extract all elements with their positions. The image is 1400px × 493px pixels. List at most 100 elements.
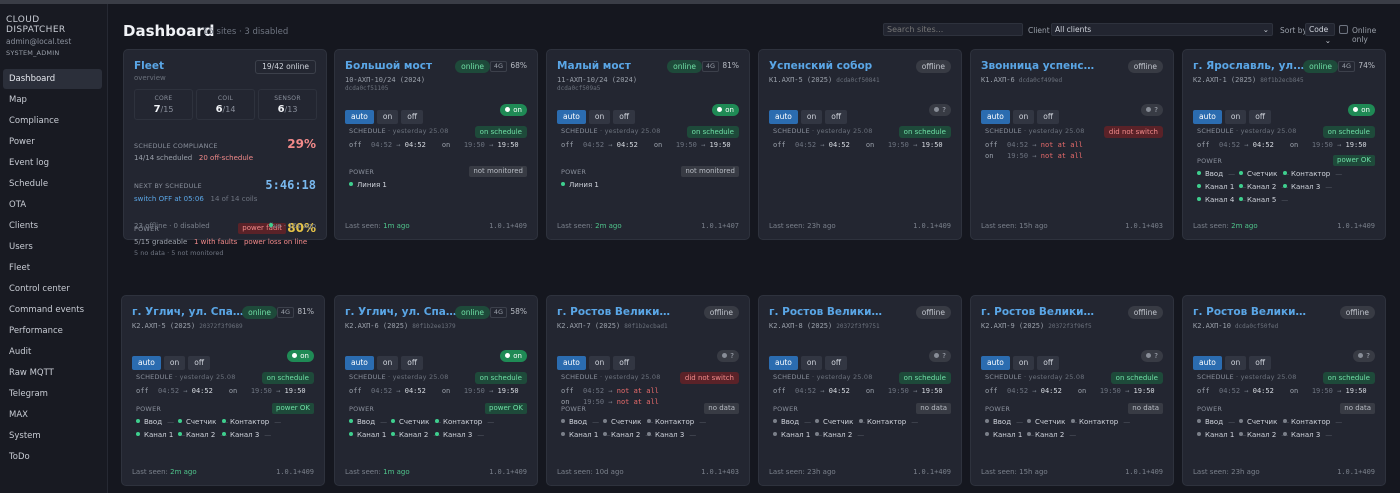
auto-button[interactable]: auto: [557, 110, 586, 124]
planned-time: 19:50: [250, 387, 272, 395]
auto-button[interactable]: auto: [769, 110, 798, 124]
schedule-state: off: [561, 141, 574, 149]
site-title[interactable]: Малый мост: [557, 60, 672, 72]
sidebar-item-event-log[interactable]: Event log: [3, 153, 102, 173]
auto-button[interactable]: auto: [1193, 356, 1222, 370]
sidebar-item-compliance[interactable]: Compliance: [3, 111, 102, 131]
on-button[interactable]: on: [1012, 110, 1035, 124]
schedule-row: off 04:52 → not at all: [985, 141, 1083, 149]
status-dot-icon: [1283, 419, 1287, 423]
on-button[interactable]: on: [1012, 356, 1035, 370]
auto-button[interactable]: auto: [345, 356, 374, 370]
sort-select[interactable]: Code ⌄: [1305, 23, 1335, 45]
off-button[interactable]: off: [401, 356, 423, 370]
auto-button[interactable]: auto: [981, 110, 1010, 124]
power-item: Счетчик—: [1239, 418, 1289, 426]
actual-time: not at all: [616, 387, 659, 395]
off-button[interactable]: off: [1249, 110, 1271, 124]
sidebar-item-system[interactable]: System: [3, 426, 102, 446]
sidebar: CLOUD DISPATCHER admin@local.test SYSTEM…: [0, 4, 108, 493]
off-button[interactable]: off: [613, 356, 635, 370]
site-title[interactable]: Успенский собор: [769, 60, 884, 72]
site-mac: dcda0cf50fed: [1234, 323, 1279, 330]
power-item: Счетчик—: [603, 418, 653, 426]
arrow-icon: →: [820, 387, 825, 395]
off-button[interactable]: off: [1249, 356, 1271, 370]
auto-button[interactable]: auto: [769, 356, 798, 370]
on-button[interactable]: on: [588, 356, 611, 370]
sidebar-item-performance[interactable]: Performance: [3, 321, 102, 341]
site-title[interactable]: г. Ростов Великий, ул. Советс...: [981, 306, 1096, 318]
on-button[interactable]: on: [800, 110, 823, 124]
off-button[interactable]: off: [825, 110, 847, 124]
sidebar-item-ota[interactable]: OTA: [3, 195, 102, 215]
status-dot-icon: [1239, 432, 1243, 436]
power-label: POWER: [985, 405, 1011, 413]
site-card: Звонница успенского собора К1.АХП-6dcda0c…: [970, 49, 1174, 240]
off-button[interactable]: off: [825, 356, 847, 370]
sidebar-item-audit[interactable]: Audit: [3, 342, 102, 362]
firmware-version: 1.0.1+407: [701, 222, 739, 230]
dash: —: [911, 418, 919, 426]
status-dot-icon: [561, 182, 565, 186]
sidebar-item-max[interactable]: MAX: [3, 405, 102, 425]
off-button[interactable]: off: [188, 356, 210, 370]
online-only-checkbox[interactable]: [1339, 25, 1348, 34]
site-title[interactable]: г. Ростов Великий, ул. Советс...: [1193, 306, 1308, 318]
power-item: Ввод —: [773, 418, 811, 426]
sidebar-item-users[interactable]: Users: [3, 237, 102, 257]
on-button[interactable]: on: [800, 356, 823, 370]
sidebar-item-schedule[interactable]: Schedule: [3, 174, 102, 194]
site-card: г. Ростов Великий, ул. Советс... К2.АХП-1…: [1182, 295, 1386, 486]
site-title[interactable]: г. Ростов Великий, ул. Советс...: [557, 306, 672, 318]
client-select[interactable]: All clients ⌄: [1051, 23, 1273, 36]
relay-state-indicator: on: [1348, 104, 1375, 116]
site-title[interactable]: г. Ростов Великий, ул. Советс...: [769, 306, 884, 318]
off-button[interactable]: off: [401, 110, 423, 124]
search-input[interactable]: [883, 23, 1023, 36]
arrow-icon: →: [1244, 387, 1249, 395]
sidebar-item-dashboard[interactable]: Dashboard: [3, 69, 102, 89]
sidebar-item-map[interactable]: Map: [3, 90, 102, 110]
sidebar-item-fleet[interactable]: Fleet: [3, 258, 102, 278]
site-code-text: К1.АХП-5 (2025): [769, 76, 833, 84]
sidebar-item-todo[interactable]: ToDo: [3, 447, 102, 467]
sidebar-item-telegram[interactable]: Telegram: [3, 384, 102, 404]
off-button[interactable]: off: [613, 110, 635, 124]
client-select-value: All clients: [1055, 25, 1092, 34]
site-title[interactable]: г. Углич, ул. Спасская ...: [132, 306, 247, 318]
schedule-when: · yesterday 25.08: [1024, 127, 1085, 135]
sidebar-item-power[interactable]: Power: [3, 132, 102, 152]
on-button[interactable]: on: [376, 110, 399, 124]
sidebar-item-control-center[interactable]: Control center: [3, 279, 102, 299]
site-title[interactable]: г. Углич, ул. Спасская ...: [345, 306, 460, 318]
on-button[interactable]: on: [376, 356, 399, 370]
on-button[interactable]: on: [588, 110, 611, 124]
site-code: К2.АХП-9 (2025) 20372f3f96f5: [981, 322, 1092, 330]
schedule-row: off 04:52 → 04:52 on 19:50 → 19:50: [136, 387, 306, 395]
on-button[interactable]: on: [1224, 356, 1247, 370]
schedule-when: · yesterday 25.08: [600, 373, 661, 381]
off-button[interactable]: off: [1037, 356, 1059, 370]
last-seen: Last seen: 2m ago: [1193, 222, 1258, 230]
site-title[interactable]: Звонница успенского собора: [981, 60, 1096, 72]
actual-time: not at all: [1040, 152, 1083, 160]
last-seen-value: 23h ago: [807, 222, 836, 230]
auto-button[interactable]: auto: [345, 110, 374, 124]
sidebar-item-raw-mqtt[interactable]: Raw MQTT: [3, 363, 102, 383]
auto-button[interactable]: auto: [132, 356, 161, 370]
auto-button[interactable]: auto: [557, 356, 586, 370]
auto-button[interactable]: auto: [1193, 110, 1222, 124]
on-button[interactable]: on: [163, 356, 186, 370]
last-seen-value: 23h ago: [807, 468, 836, 476]
dash: —: [689, 431, 697, 439]
site-title[interactable]: Большой мост: [345, 60, 460, 72]
on-button[interactable]: on: [1224, 110, 1247, 124]
power-label: POWER: [136, 405, 162, 413]
auto-button[interactable]: auto: [981, 356, 1010, 370]
sidebar-item-clients[interactable]: Clients: [3, 216, 102, 236]
sidebar-item-command-events[interactable]: Command events: [3, 300, 102, 320]
off-button[interactable]: off: [1037, 110, 1059, 124]
schedule-badge: on schedule: [686, 126, 739, 138]
site-title[interactable]: г. Ярославль, ул. Пер...: [1193, 60, 1308, 72]
